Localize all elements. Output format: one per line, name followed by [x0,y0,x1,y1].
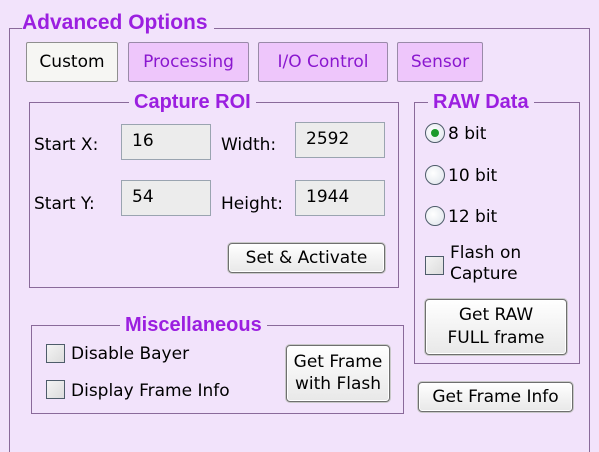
flash-on-capture-label[interactable]: Flash on Capture [450,243,521,285]
flash-on-capture-checkbox[interactable] [425,256,444,275]
disable-bayer-label[interactable]: Disable Bayer [71,343,189,365]
tab-io-control[interactable]: I/O Control [258,42,388,82]
get-frame-flash-line2: with Flash [294,374,382,394]
height-label: Height: [221,194,283,214]
radio-12-bit[interactable] [425,206,445,226]
get-frame-flash-line1: Get Frame [293,352,383,372]
radio-8-bit[interactable] [425,123,445,143]
advanced-options-title: Advanced Options [22,7,214,39]
radio-8-bit-label[interactable]: 8 bit [448,123,486,145]
height-field[interactable]: 1944 [295,180,385,216]
flash-on-capture-line2: Capture [450,264,518,284]
start-y-label: Start Y: [34,194,95,214]
get-raw-line1: Get RAW [458,305,534,325]
flash-on-capture-line1: Flash on [450,243,522,263]
width-label: Width: [221,135,277,155]
capture-roi-title: Capture ROI [129,89,256,115]
disable-bayer-checkbox[interactable] [46,344,65,363]
radio-10-bit[interactable] [425,165,445,185]
raw-data-title: RAW Data [428,89,534,115]
miscellaneous-title: Miscellaneous [120,312,267,338]
start-x-field[interactable]: 16 [121,124,211,160]
get-raw-line2: FULL frame [447,328,545,348]
tab-custom[interactable]: Custom [26,42,118,82]
tab-processing[interactable]: Processing [128,42,249,82]
start-y-field[interactable]: 54 [121,180,211,216]
width-field[interactable]: 2592 [295,122,385,158]
start-x-label: Start X: [34,135,99,155]
get-frame-with-flash-button[interactable]: Get Frame with Flash [286,345,390,402]
radio-10-bit-label[interactable]: 10 bit [448,165,497,187]
get-raw-full-frame-button[interactable]: Get RAW FULL frame [425,299,567,355]
tab-sensor[interactable]: Sensor [397,42,483,82]
display-frame-info-checkbox[interactable] [46,380,65,399]
get-frame-info-button[interactable]: Get Frame Info [418,382,573,412]
radio-selected-dot [431,129,439,137]
display-frame-info-label[interactable]: Display Frame Info [71,380,230,402]
radio-12-bit-label[interactable]: 12 bit [448,206,497,228]
set-activate-button[interactable]: Set & Activate [228,243,385,273]
